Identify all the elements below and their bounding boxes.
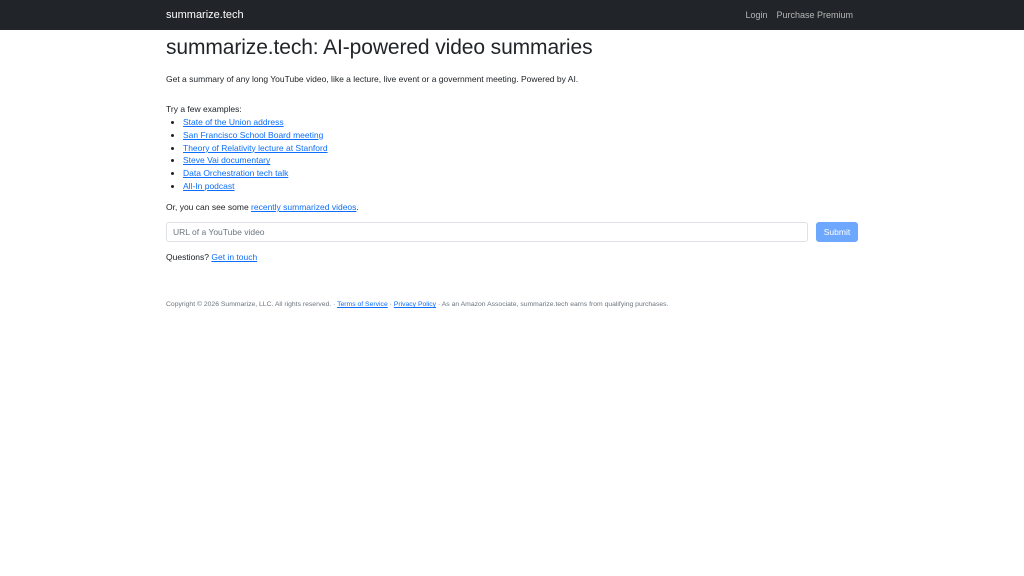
footer: Copyright © 2026 Summarize, LLC. All rig… bbox=[166, 300, 668, 309]
login-link[interactable]: Login bbox=[745, 9, 767, 21]
example-item: Data Orchestration tech talk bbox=[183, 167, 328, 180]
purchase-premium-link[interactable]: Purchase Premium bbox=[776, 9, 853, 21]
recent-prefix: Or, you can see some bbox=[166, 202, 252, 212]
example-link-state-of-the-union[interactable]: State of the Union address bbox=[183, 117, 284, 127]
example-item: Theory of Relativity lecture at Stanford bbox=[183, 142, 328, 155]
example-item: Steve Vai documentary bbox=[183, 154, 328, 167]
recent-videos-link[interactable]: recently summarized videos bbox=[251, 202, 356, 212]
youtube-url-input[interactable] bbox=[166, 222, 808, 242]
example-link-relativity-lecture[interactable]: Theory of Relativity lecture at Stanford bbox=[183, 143, 328, 153]
affiliate-text: · As an Amazon Associate, summarize.tech… bbox=[436, 301, 669, 308]
copyright-text: Copyright © 2026 Summarize, LLC. All rig… bbox=[166, 301, 338, 308]
example-link-data-orchestration[interactable]: Data Orchestration tech talk bbox=[183, 168, 288, 178]
examples-list: State of the Union address San Francisco… bbox=[183, 116, 328, 193]
recent-videos-text: Or, you can see some recently summarized… bbox=[166, 202, 359, 213]
examples-heading: Try a few examples: bbox=[166, 104, 242, 114]
questions-prefix: Questions? bbox=[166, 252, 212, 262]
questions-text: Questions? Get in touch bbox=[166, 252, 257, 263]
example-item: State of the Union address bbox=[183, 116, 328, 129]
example-link-school-board[interactable]: San Francisco School Board meeting bbox=[183, 130, 323, 140]
example-item: San Francisco School Board meeting bbox=[183, 129, 328, 142]
brand-link[interactable]: summarize.tech bbox=[166, 8, 244, 22]
example-item: All-In podcast bbox=[183, 180, 328, 193]
nav-links: Login Purchase Premium bbox=[745, 9, 853, 21]
main-content: summarize.tech: AI-powered video summari… bbox=[166, 34, 858, 308]
top-navbar: summarize.tech Login Purchase Premium bbox=[0, 0, 1024, 30]
page-title: summarize.tech: AI-powered video summari… bbox=[166, 36, 593, 59]
get-in-touch-link[interactable]: Get in touch bbox=[211, 252, 257, 262]
privacy-policy-link[interactable]: Privacy Policy bbox=[394, 301, 436, 308]
lead-text: Get a summary of any long YouTube video,… bbox=[166, 74, 579, 84]
recent-suffix: . bbox=[356, 202, 359, 212]
submit-button[interactable]: Submit bbox=[816, 222, 858, 242]
example-link-all-in-podcast[interactable]: All-In podcast bbox=[183, 181, 235, 191]
terms-of-service-link[interactable]: Terms of Service bbox=[337, 301, 388, 308]
example-link-steve-vai[interactable]: Steve Vai documentary bbox=[183, 155, 270, 165]
